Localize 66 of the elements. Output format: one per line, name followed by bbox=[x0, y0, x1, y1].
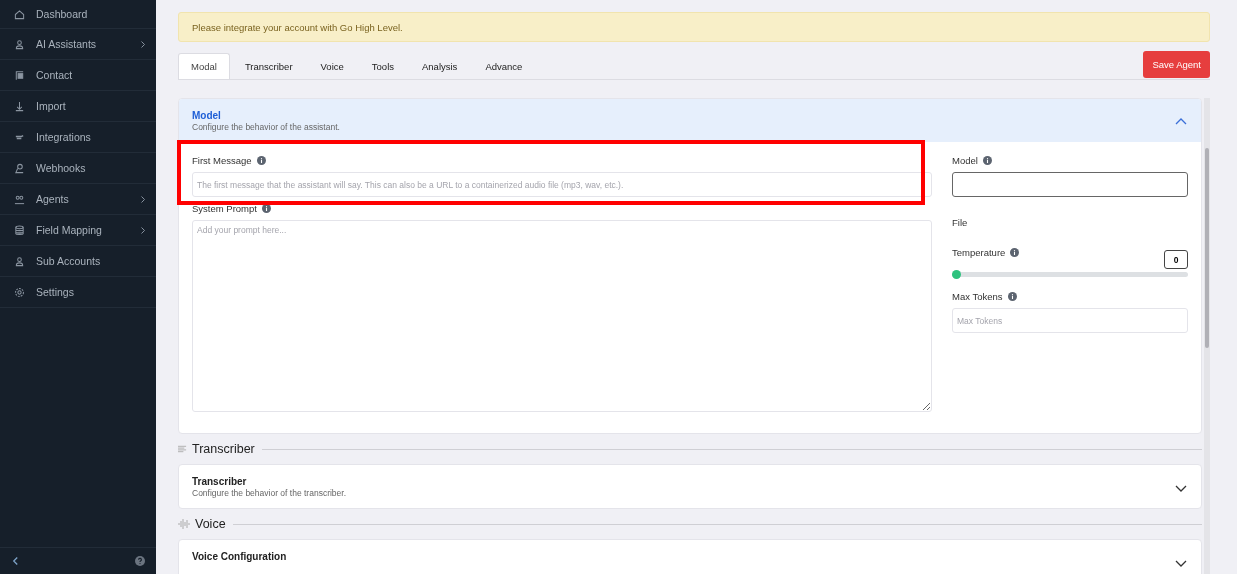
chevron-icon bbox=[1175, 116, 1187, 125]
tab[interactable]: Advance bbox=[472, 53, 536, 79]
scrollbar-thumb[interactable] bbox=[1205, 148, 1209, 348]
section-heading: Voice bbox=[195, 517, 226, 531]
model-field[interactable] bbox=[952, 172, 1188, 197]
field-label: System Prompt bbox=[192, 203, 257, 214]
field-label: First Message bbox=[192, 155, 252, 166]
chevron-icon bbox=[1175, 560, 1187, 568]
panel-title: Model bbox=[192, 109, 222, 121]
slider-thumb[interactable] bbox=[952, 270, 961, 279]
notice-text: Please integrate your account with Go High Level. bbox=[192, 21, 403, 33]
sidebar-item[interactable]: Dashboard bbox=[0, 0, 156, 29]
system-prompt-field[interactable]: Add your prompt here... bbox=[192, 220, 932, 412]
settings-icon bbox=[14, 286, 25, 298]
section-heading: Transcriber bbox=[192, 442, 255, 456]
panel-subtitle: Configure the behavior of the transcriber. bbox=[192, 488, 347, 498]
sound-wave-icon bbox=[178, 519, 190, 529]
home-icon bbox=[14, 8, 25, 20]
people-icon bbox=[14, 193, 25, 205]
sidebar-item[interactable]: Integrations bbox=[0, 122, 156, 153]
download-icon bbox=[14, 100, 25, 112]
tab[interactable]: Voice bbox=[307, 53, 357, 79]
chevron-right-icon bbox=[140, 225, 146, 235]
chevron-right-icon bbox=[140, 194, 146, 204]
info-icon bbox=[261, 204, 271, 213]
field-label: Model bbox=[952, 155, 978, 166]
person-icon bbox=[14, 38, 25, 50]
first-message-field[interactable]: The first message that the assistant will say. This can also be a URL to a containerized audio file (mp3, wav, etc.). bbox=[192, 172, 932, 197]
panel-title: Voice Configuration bbox=[192, 551, 287, 562]
field-label: Temperature bbox=[952, 247, 1006, 258]
card-icon bbox=[14, 69, 25, 81]
sidebar-item[interactable]: Webhooks bbox=[0, 153, 156, 184]
info-icon bbox=[982, 156, 992, 165]
tab[interactable]: Tools bbox=[358, 53, 407, 79]
info-icon bbox=[1010, 248, 1020, 257]
panel-header[interactable]: Voice Configuration bbox=[179, 540, 1201, 574]
sidebar-item[interactable]: Field Mapping bbox=[0, 215, 156, 246]
max-tokens-field[interactable]: Max Tokens bbox=[952, 308, 1188, 333]
sidebar-item[interactable]: AI Assistants bbox=[0, 29, 156, 60]
tab[interactable]: Transcriber bbox=[231, 53, 306, 79]
field-label: Max Tokens bbox=[952, 291, 1003, 302]
sidebar-item[interactable]: Import bbox=[0, 91, 156, 122]
save-agent-button[interactable]: Save Agent bbox=[1143, 51, 1210, 78]
info-icon bbox=[256, 156, 266, 165]
help-icon[interactable] bbox=[135, 556, 145, 566]
hook-icon bbox=[14, 162, 25, 174]
chevron-icon bbox=[1175, 485, 1187, 493]
lines-icon bbox=[178, 445, 187, 453]
field-label: File bbox=[952, 217, 968, 228]
sidebar-item[interactable]: Contact bbox=[0, 60, 156, 91]
panel-header[interactable]: Model Configure the behavior of the assistant. bbox=[179, 99, 1201, 142]
panel-subtitle: Configure the behavior of the assistant. bbox=[192, 121, 340, 132]
sidebar-item[interactable]: Settings bbox=[0, 277, 156, 308]
sidebar-item[interactable]: Sub Accounts bbox=[0, 246, 156, 277]
info-icon bbox=[1007, 292, 1017, 301]
panel-header[interactable]: Transcriber Configure the behavior of the transcriber. bbox=[179, 465, 1201, 508]
collapse-icon[interactable] bbox=[12, 556, 19, 566]
tab[interactable]: Modal bbox=[178, 53, 230, 79]
chevron-right-icon bbox=[140, 39, 146, 49]
tab[interactable]: Analysis bbox=[409, 53, 471, 79]
panel-title: Transcriber bbox=[192, 476, 248, 487]
temperature-slider[interactable] bbox=[952, 272, 1188, 277]
person-icon bbox=[14, 255, 25, 267]
sidebar-item[interactable]: Agents bbox=[0, 184, 156, 215]
database-icon bbox=[14, 224, 25, 236]
temperature-value-field[interactable]: 0 bbox=[1164, 250, 1188, 269]
